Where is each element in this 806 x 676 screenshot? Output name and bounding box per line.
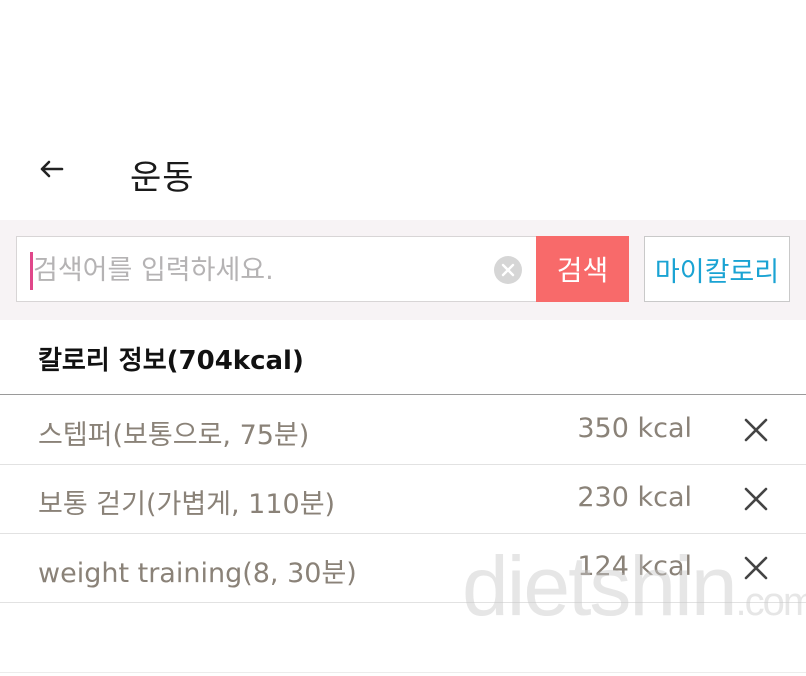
search-input[interactable]	[31, 237, 495, 303]
delete-entry-button[interactable]	[740, 483, 772, 515]
close-icon	[744, 556, 768, 580]
list-item: 스텝퍼(보통으로, 75분) 350 kcal	[0, 396, 806, 465]
exercise-kcal: 350 kcal	[577, 413, 692, 444]
search-button[interactable]: 검색	[536, 236, 629, 302]
search-bar: 검색 마이칼로리	[0, 220, 806, 320]
arrow-left-icon	[40, 160, 64, 178]
search-field-container[interactable]	[16, 236, 536, 303]
exercise-name: weight training(8, 30분)	[38, 558, 357, 589]
divider	[0, 672, 806, 673]
calorie-info-heading: 칼로리 정보(704kcal)	[38, 346, 304, 376]
exercise-page: 운동 검색 마이칼로리 칼로리 정보(704kcal) 스텝퍼(보통으로, 75…	[0, 0, 806, 676]
exercise-kcal: 124 kcal	[577, 551, 692, 582]
divider	[0, 394, 806, 395]
exercise-name: 스텝퍼(보통으로, 75분)	[38, 420, 310, 451]
delete-entry-button[interactable]	[740, 552, 772, 584]
header: 운동	[0, 130, 806, 214]
exercise-name: 보통 걷기(가볍게, 110분)	[38, 489, 336, 520]
delete-entry-button[interactable]	[740, 414, 772, 446]
close-icon	[744, 487, 768, 511]
list-item: 보통 걷기(가볍게, 110분) 230 kcal	[0, 465, 806, 534]
clear-circle-icon	[501, 263, 515, 277]
back-button[interactable]	[36, 154, 66, 184]
my-calorie-button[interactable]: 마이칼로리	[644, 236, 790, 302]
list-item: weight training(8, 30분) 124 kcal	[0, 534, 806, 603]
exercise-list: 스텝퍼(보통으로, 75분) 350 kcal 보통 걷기(가볍게, 110분)…	[0, 396, 806, 603]
exercise-kcal: 230 kcal	[577, 482, 692, 513]
clear-search-button[interactable]	[494, 256, 522, 284]
page-title: 운동	[130, 158, 195, 198]
close-icon	[744, 418, 768, 442]
